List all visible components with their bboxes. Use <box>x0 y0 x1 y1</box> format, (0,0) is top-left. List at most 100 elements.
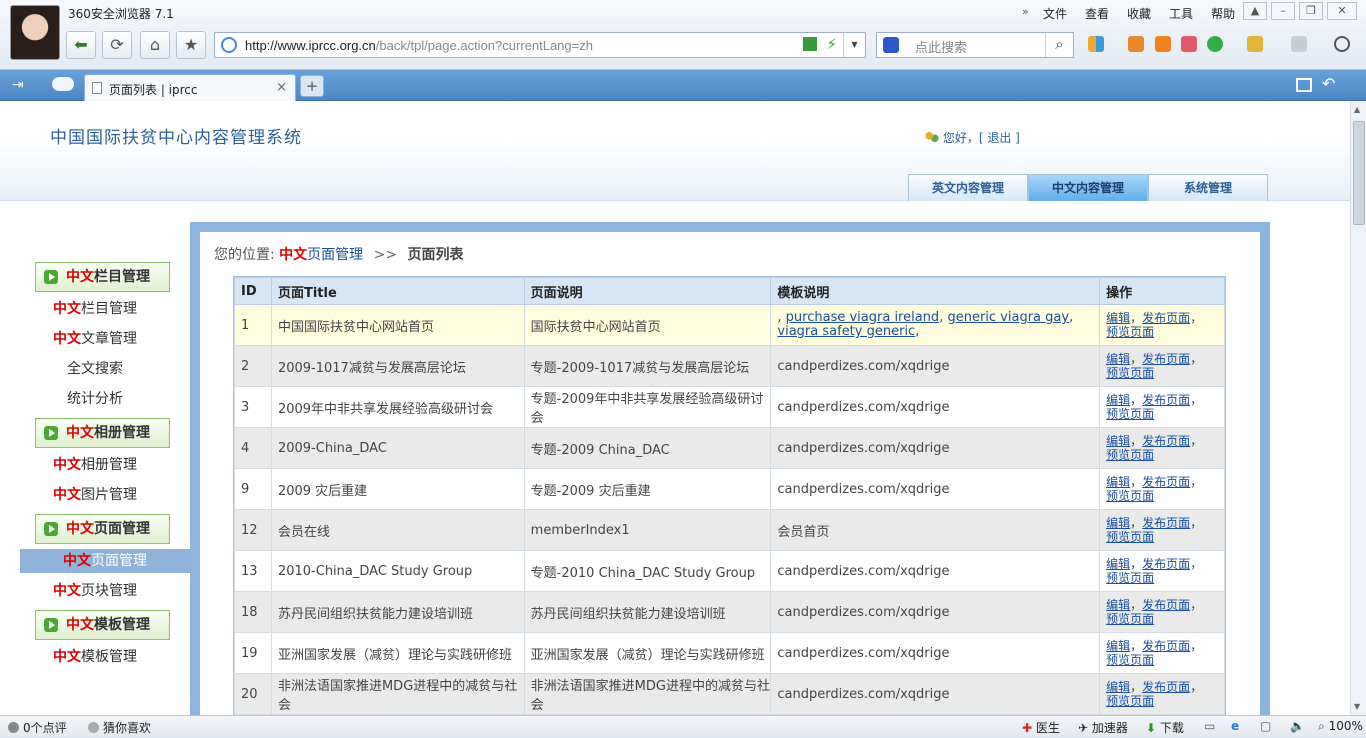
edit-link[interactable]: 编辑 <box>1106 311 1130 325</box>
baidu-paw-icon[interactable] <box>883 37 899 53</box>
edit-link[interactable]: 编辑 <box>1106 680 1130 694</box>
section-column-management[interactable]: 中文栏目管理 <box>35 262 170 292</box>
template-link[interactable]: viagra safety generic <box>777 324 915 339</box>
preview-link[interactable]: 预览页面 <box>1106 325 1154 339</box>
sidebar-item-block[interactable]: 中文页块管理 <box>0 579 190 603</box>
more-chevron-icon[interactable]: » <box>1022 5 1029 18</box>
preview-link[interactable]: 预览页面 <box>1106 653 1154 667</box>
accelerator-button[interactable]: ✈ 加速器 <box>1078 719 1128 736</box>
menu-help[interactable]: 帮助 <box>1211 5 1235 22</box>
sidebar-item-statistics[interactable]: 统计分析 <box>0 387 190 411</box>
publish-link[interactable]: 发布页面 <box>1142 680 1190 694</box>
minimize-button[interactable]: – <box>1271 2 1295 20</box>
scroll-up-icon[interactable]: ▲ <box>1354 105 1360 114</box>
edit-link[interactable]: 编辑 <box>1106 475 1130 489</box>
translate-icon[interactable] <box>1128 36 1144 52</box>
zoom-level[interactable]: ⌕ 100% <box>1318 719 1363 734</box>
template-link[interactable]: purchase viagra ireland <box>786 310 940 325</box>
publish-link[interactable]: 发布页面 <box>1142 598 1190 612</box>
sidebar-item-album[interactable]: 中文相册管理 <box>0 453 190 477</box>
guess-you-like[interactable]: 猜你喜欢 <box>88 719 151 736</box>
close-tab-icon[interactable]: × <box>276 80 287 95</box>
zoom-icon[interactable] <box>1334 36 1350 52</box>
preview-link[interactable]: 预览页面 <box>1106 407 1154 421</box>
skin-icon[interactable]: ▲ <box>1243 2 1267 20</box>
menu-view[interactable]: 查看 <box>1085 5 1109 22</box>
menu-file[interactable]: 文件 <box>1043 5 1067 22</box>
scroll-thumb[interactable] <box>1353 121 1365 225</box>
publish-link[interactable]: 发布页面 <box>1142 393 1190 407</box>
template-link[interactable]: generic viagra gay <box>947 310 1069 325</box>
gift-icon[interactable] <box>1247 36 1263 52</box>
user-avatar[interactable] <box>10 5 60 60</box>
edit-link[interactable]: 编辑 <box>1106 434 1130 448</box>
edit-link[interactable]: 编辑 <box>1106 557 1130 571</box>
publish-link[interactable]: 发布页面 <box>1142 516 1190 530</box>
qrcode-icon[interactable] <box>803 37 817 51</box>
menu-tools[interactable]: 工具 <box>1169 5 1193 22</box>
section-album-management[interactable]: 中文相册管理 <box>35 418 170 448</box>
download-button[interactable]: ⬇ 下载 <box>1146 719 1184 736</box>
publish-link[interactable]: 发布页面 <box>1142 557 1190 571</box>
new-tab-button[interactable]: + <box>300 75 324 97</box>
section-page-management[interactable]: 中文页面管理 <box>35 514 170 544</box>
greeting-logout[interactable]: 您好，[ 退出 ] <box>943 131 1020 145</box>
edit-link[interactable]: 编辑 <box>1106 639 1130 653</box>
page-icon[interactable]: ▭ <box>1204 719 1215 733</box>
sidebar-item-picture[interactable]: 中文图片管理 <box>0 483 190 507</box>
address-bar[interactable]: http://www.iprcc.org.cn/back/tpl/page.ac… <box>214 32 866 58</box>
search-icon[interactable]: ⌕ <box>1045 33 1073 57</box>
preview-link[interactable]: 预览页面 <box>1106 489 1154 503</box>
preview-link[interactable]: 预览页面 <box>1106 530 1154 544</box>
edit-link[interactable]: 编辑 <box>1106 598 1130 612</box>
preview-link[interactable]: 预览页面 <box>1106 694 1154 708</box>
tab-system-management[interactable]: 系统管理 <box>1148 174 1268 201</box>
sidebar-item-article[interactable]: 中文文章管理 <box>0 327 190 351</box>
dropdown-arrow-icon[interactable]: ▾ <box>843 33 865 57</box>
search-input[interactable]: 点此搜索 ⌕ <box>876 32 1074 58</box>
refresh-button[interactable]: ⟳ <box>102 31 132 59</box>
mail-icon[interactable] <box>1181 36 1197 52</box>
publish-link[interactable]: 发布页面 <box>1142 311 1190 325</box>
close-window-button[interactable]: ✕ <box>1327 2 1357 20</box>
windows-icon[interactable] <box>1296 78 1312 92</box>
tab-page-list[interactable]: 页面列表 | iprcc × <box>84 74 296 101</box>
edit-link[interactable]: 编辑 <box>1106 516 1130 530</box>
publish-link[interactable]: 发布页面 <box>1142 434 1190 448</box>
edit-link[interactable]: 编辑 <box>1106 393 1130 407</box>
page-scrollbar[interactable]: ▲ ▼ <box>1350 101 1366 715</box>
sidebar-item-fulltext-search[interactable]: 全文搜索 <box>0 357 190 381</box>
section-template-management[interactable]: 中文模板管理 <box>35 610 170 640</box>
home-button[interactable]: ⌂ <box>140 31 170 59</box>
tab-chinese-content[interactable]: 中文内容管理 <box>1028 174 1148 201</box>
preview-link[interactable]: 预览页面 <box>1106 612 1154 626</box>
publish-link[interactable]: 发布页面 <box>1142 352 1190 366</box>
preview-link[interactable]: 预览页面 <box>1106 366 1154 380</box>
menu-favorites[interactable]: 收藏 <box>1127 5 1151 22</box>
screenshot-icon[interactable] <box>1291 36 1307 52</box>
comments-status[interactable]: 0个点评 <box>8 719 67 736</box>
preview-link[interactable]: 预览页面 <box>1106 571 1154 585</box>
back-button[interactable]: ⬅ <box>66 31 96 59</box>
preview-link[interactable]: 预览页面 <box>1106 448 1154 462</box>
sidebar-item-column[interactable]: 中文栏目管理 <box>0 297 190 321</box>
doctor-button[interactable]: ✚ 医生 <box>1022 719 1060 736</box>
publish-link[interactable]: 发布页面 <box>1142 639 1190 653</box>
favorite-star-button[interactable]: ★ <box>176 31 206 59</box>
lightning-icon[interactable]: ⚡ <box>826 35 837 53</box>
shield-icon[interactable] <box>1207 36 1223 52</box>
sidebar-item-page[interactable]: 中文页面管理 <box>20 549 190 573</box>
apps-icon[interactable] <box>1088 36 1104 52</box>
volume-icon[interactable]: 🔈 <box>1290 719 1305 733</box>
cloud-icon[interactable] <box>52 77 74 91</box>
flight-icon[interactable] <box>1155 36 1171 52</box>
tab-english-content[interactable]: 英文内容管理 <box>908 174 1028 201</box>
edit-link[interactable]: 编辑 <box>1106 352 1130 366</box>
ie-icon[interactable]: e <box>1231 719 1239 733</box>
scroll-down-icon[interactable]: ▼ <box>1354 702 1360 711</box>
breadcrumb-link[interactable]: 中文页面管理 <box>279 247 363 263</box>
window-icon[interactable]: ▢ <box>1260 719 1271 733</box>
sidebar-toggle-icon[interactable]: ⇥ <box>12 77 24 93</box>
publish-link[interactable]: 发布页面 <box>1142 475 1190 489</box>
restore-button[interactable]: ❐ <box>1299 2 1323 20</box>
